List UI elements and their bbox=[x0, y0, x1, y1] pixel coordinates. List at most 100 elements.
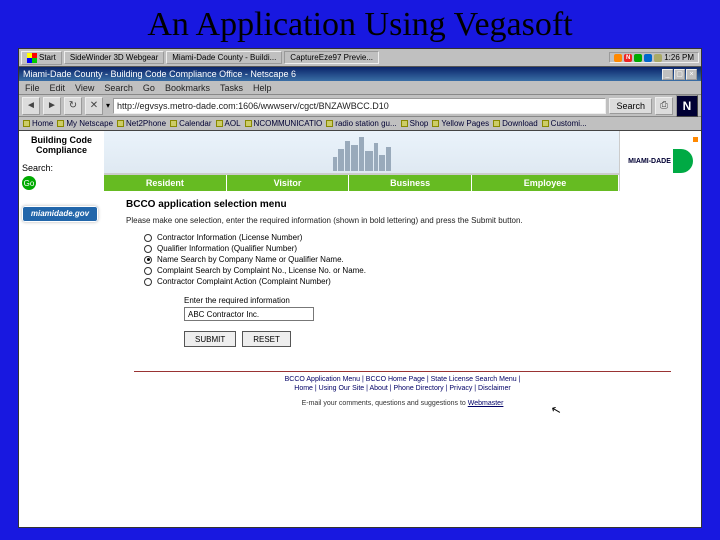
bookmark-label: AOL bbox=[225, 119, 241, 128]
input-block: Enter the required information bbox=[184, 296, 701, 321]
url-dropdown-icon[interactable]: ▾ bbox=[106, 101, 110, 110]
bookmark-label: Customi... bbox=[551, 119, 587, 128]
bookmark-label: My Netscape bbox=[66, 119, 113, 128]
tray-icon[interactable]: N bbox=[624, 54, 632, 62]
sidebar-heading: Building Code Compliance bbox=[22, 135, 101, 155]
back-button[interactable]: ◄ bbox=[22, 97, 40, 115]
radio-label: Contractor Information (License Number) bbox=[157, 233, 302, 242]
bookmark-item[interactable]: Customi... bbox=[542, 119, 587, 128]
tab-visitor[interactable]: Visitor bbox=[227, 175, 350, 191]
bookmark-item[interactable]: NCOMMUNICATIO bbox=[245, 119, 323, 128]
radio-icon[interactable] bbox=[144, 234, 152, 242]
url-input[interactable] bbox=[113, 98, 606, 114]
brand-text: MIAMI-DADE bbox=[628, 158, 671, 165]
bookmark-item[interactable]: Shop bbox=[401, 119, 429, 128]
tray-icon[interactable] bbox=[634, 54, 642, 62]
bookmark-icon bbox=[117, 120, 124, 127]
bookmark-icon bbox=[23, 120, 30, 127]
clock: 1:26 PM bbox=[664, 53, 694, 62]
radio-label: Contractor Complaint Action (Complaint N… bbox=[157, 277, 331, 286]
sidebar-go-button[interactable]: Go bbox=[22, 176, 36, 190]
bookmark-label: Calendar bbox=[179, 119, 211, 128]
bookmark-item[interactable]: Net2Phone bbox=[117, 119, 166, 128]
bookmark-label: NCOMMUNICATIO bbox=[254, 119, 323, 128]
reload-button[interactable]: ↻ bbox=[64, 97, 82, 115]
minimize-button[interactable]: _ bbox=[662, 69, 673, 80]
radio-row[interactable]: Name Search by Company Name or Qualifier… bbox=[144, 255, 701, 264]
start-label: Start bbox=[39, 53, 56, 62]
input-label: Enter the required information bbox=[184, 296, 701, 305]
radio-icon[interactable] bbox=[144, 278, 152, 286]
bookmark-item[interactable]: My Netscape bbox=[57, 119, 113, 128]
radio-row[interactable]: Complaint Search by Complaint No., Licen… bbox=[144, 266, 701, 275]
bookmark-label: Net2Phone bbox=[126, 119, 166, 128]
tab-business[interactable]: Business bbox=[349, 175, 472, 191]
menu-item[interactable]: Go bbox=[143, 83, 155, 93]
maximize-button[interactable]: ▢ bbox=[674, 69, 685, 80]
windows-logo-icon bbox=[27, 53, 37, 63]
menu-item[interactable]: File bbox=[25, 83, 40, 93]
radio-icon[interactable] bbox=[144, 256, 152, 264]
required-info-input[interactable] bbox=[184, 307, 314, 321]
tab-employee[interactable]: Employee bbox=[472, 175, 619, 191]
url-wrap: ▾ Search bbox=[106, 98, 652, 114]
print-button[interactable]: ⎙ bbox=[655, 97, 673, 115]
footer-email-line: E-mail your comments, questions and sugg… bbox=[134, 400, 671, 407]
bookmark-icon bbox=[170, 120, 177, 127]
menu-item[interactable]: Help bbox=[253, 83, 272, 93]
forward-button[interactable]: ► bbox=[43, 97, 61, 115]
bookmark-item[interactable]: Yellow Pages bbox=[432, 119, 489, 128]
radio-row[interactable]: Qualifier Information (Qualifier Number) bbox=[144, 244, 701, 253]
radio-row[interactable]: Contractor Information (License Number) bbox=[144, 233, 701, 242]
bookmark-icon bbox=[216, 120, 223, 127]
bookmark-label: Download bbox=[502, 119, 538, 128]
option-radio-group: Contractor Information (License Number) … bbox=[144, 233, 701, 286]
bookmark-label: Yellow Pages bbox=[441, 119, 489, 128]
radio-icon[interactable] bbox=[144, 267, 152, 275]
miamidade-banner[interactable]: miamidade.gov bbox=[22, 206, 98, 222]
start-button[interactable]: Start bbox=[21, 51, 62, 65]
taskbar-app-button[interactable]: Miami-Dade County - Buildi... bbox=[166, 51, 282, 64]
bookmark-icon bbox=[245, 120, 252, 127]
bookmark-item[interactable]: Home bbox=[23, 119, 53, 128]
browser-menubar: File Edit View Search Go Bookmarks Tasks… bbox=[19, 81, 701, 95]
main-pane: Resident Visitor Business Employee MIAMI… bbox=[104, 131, 701, 527]
menu-item[interactable]: Edit bbox=[50, 83, 66, 93]
left-sidebar: Building Code Compliance Search: Go miam… bbox=[19, 131, 104, 527]
tray-icon[interactable] bbox=[614, 54, 622, 62]
bookmark-item[interactable]: radio station gu... bbox=[326, 119, 396, 128]
radio-label: Name Search by Company Name or Qualifier… bbox=[157, 255, 344, 264]
taskbar-app-button[interactable]: CaptureEze97 Previe... bbox=[284, 51, 379, 64]
reset-button[interactable]: RESET bbox=[242, 331, 291, 347]
submit-button[interactable]: SUBMIT bbox=[184, 331, 236, 347]
tray-icon[interactable] bbox=[654, 54, 662, 62]
footer-links-row2[interactable]: Home | Using Our Site | About | Phone Di… bbox=[134, 385, 671, 392]
close-button[interactable]: × bbox=[686, 69, 697, 80]
county-brand: MIAMI-DADE bbox=[619, 131, 701, 191]
search-button[interactable]: Search bbox=[609, 98, 652, 114]
skyline-graphic bbox=[104, 131, 619, 173]
brand-d-logo-icon bbox=[673, 149, 693, 173]
radio-icon[interactable] bbox=[144, 245, 152, 253]
sidebar-search-label: Search: bbox=[22, 163, 101, 173]
bookmark-label: Shop bbox=[410, 119, 429, 128]
stop-button[interactable]: ✕ bbox=[85, 97, 103, 115]
bookmark-item[interactable]: AOL bbox=[216, 119, 241, 128]
netscape-logo-icon: N bbox=[676, 95, 698, 117]
bookmark-item[interactable]: Download bbox=[493, 119, 538, 128]
system-tray: N 1:26 PM bbox=[609, 52, 699, 63]
page-content: Building Code Compliance Search: Go miam… bbox=[19, 131, 701, 527]
menu-item[interactable]: Tasks bbox=[220, 83, 243, 93]
menu-item[interactable]: Search bbox=[104, 83, 133, 93]
menu-item[interactable]: View bbox=[75, 83, 94, 93]
radio-row[interactable]: Contractor Complaint Action (Complaint N… bbox=[144, 277, 701, 286]
bookmark-label: Home bbox=[32, 119, 53, 128]
taskbar-app-button[interactable]: SideWinder 3D Webgear bbox=[64, 51, 164, 64]
bookmark-icon bbox=[326, 120, 333, 127]
footer-links-row1[interactable]: BCCO Application Menu | BCCO Home Page |… bbox=[134, 371, 671, 383]
menu-item[interactable]: Bookmarks bbox=[165, 83, 210, 93]
bookmark-item[interactable]: Calendar bbox=[170, 119, 211, 128]
webmaster-link[interactable]: Webmaster bbox=[468, 400, 504, 407]
tray-icon[interactable] bbox=[644, 54, 652, 62]
tab-resident[interactable]: Resident bbox=[104, 175, 227, 191]
